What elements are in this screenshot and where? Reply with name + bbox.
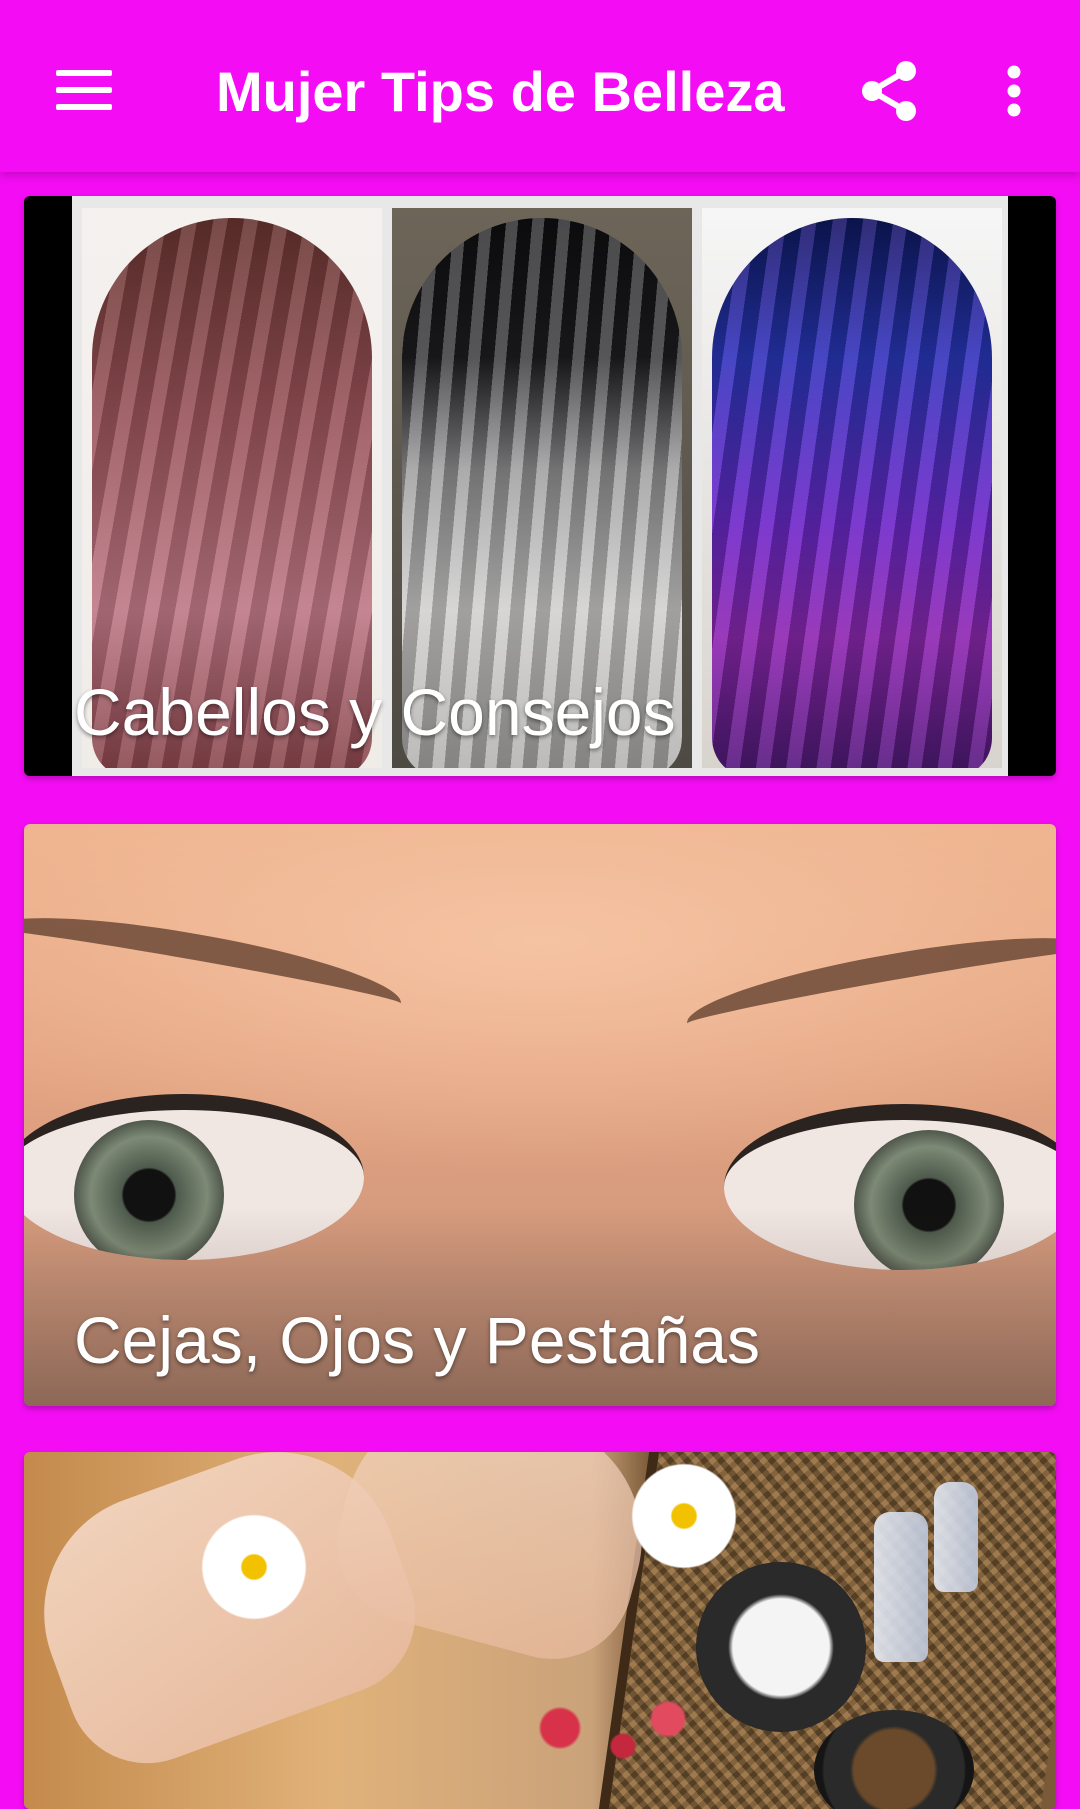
category-title: Cabellos y Consejos bbox=[74, 675, 676, 749]
share-button[interactable] bbox=[846, 48, 932, 134]
category-title: Cejas, Ojos y Pestañas bbox=[74, 1303, 760, 1377]
category-card-hands[interactable] bbox=[24, 1452, 1056, 1809]
hands-spa-photo bbox=[24, 1452, 1056, 1809]
share-icon bbox=[862, 61, 916, 121]
category-card-eyes[interactable]: Cejas, Ojos y Pestañas bbox=[24, 824, 1056, 1406]
app-bar: Mujer Tips de Belleza bbox=[0, 0, 1080, 172]
app-title: Mujer Tips de Belleza bbox=[216, 60, 785, 123]
app-screen: Mujer Tips de Belleza Cabellos y Consejo… bbox=[0, 0, 1080, 1809]
hamburger-menu-icon bbox=[56, 70, 112, 110]
more-options-button[interactable] bbox=[974, 48, 1054, 134]
hair-photo-violet bbox=[702, 208, 1002, 768]
category-card-hair[interactable]: Cabellos y Consejos bbox=[24, 196, 1056, 776]
more-vert-icon bbox=[1007, 65, 1021, 117]
menu-button[interactable] bbox=[38, 50, 130, 130]
